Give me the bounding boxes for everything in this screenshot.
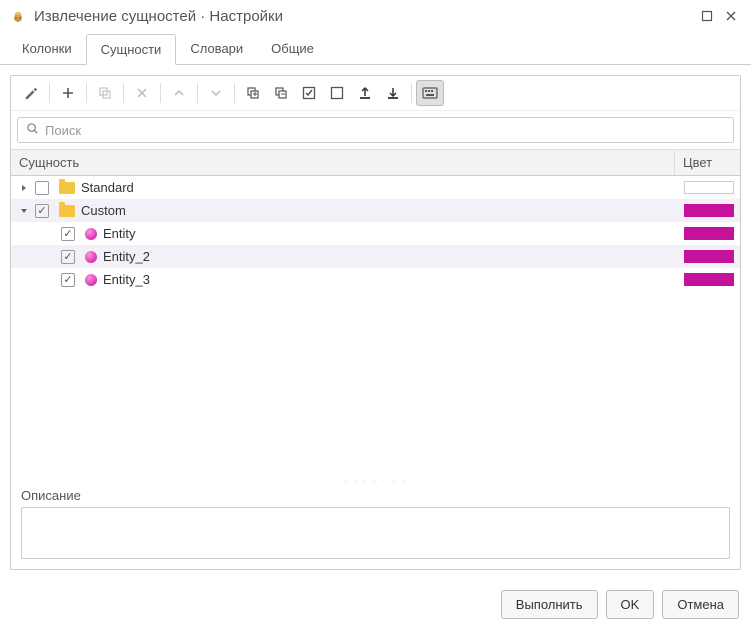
tree-row[interactable]: Entity bbox=[11, 222, 740, 245]
tab-general[interactable]: Общие bbox=[257, 34, 328, 64]
export-button[interactable] bbox=[351, 80, 379, 106]
window-title: Извлечение сущностей · Настройки bbox=[34, 8, 693, 25]
caret-down-icon[interactable] bbox=[17, 204, 31, 218]
toolbar bbox=[11, 76, 740, 111]
tree-row-label: Custom bbox=[81, 203, 684, 218]
tree-row[interactable]: Entity_2 bbox=[11, 245, 740, 268]
settings-button[interactable] bbox=[17, 80, 45, 106]
tree-row-label: Entity bbox=[103, 226, 684, 241]
keyboard-button[interactable] bbox=[416, 80, 444, 106]
checkbox[interactable] bbox=[35, 204, 49, 218]
maximize-button[interactable] bbox=[697, 6, 717, 26]
resizer[interactable]: · · · · · · · bbox=[11, 478, 740, 488]
folder-icon bbox=[59, 205, 75, 217]
search-field[interactable] bbox=[17, 117, 734, 143]
run-button[interactable]: Выполнить bbox=[501, 590, 598, 619]
entity-icon bbox=[85, 251, 97, 263]
tree-row-label: Standard bbox=[81, 180, 684, 195]
search-input[interactable] bbox=[45, 123, 725, 138]
tree-row[interactable]: Entity_3 bbox=[11, 268, 740, 291]
collapse-all-button[interactable] bbox=[267, 80, 295, 106]
color-swatch[interactable] bbox=[684, 181, 734, 194]
move-up-button[interactable] bbox=[165, 80, 193, 106]
entity-icon bbox=[85, 274, 97, 286]
tree-row[interactable]: Custom bbox=[11, 199, 740, 222]
cancel-button[interactable]: Отмена bbox=[662, 590, 739, 619]
tabs: Колонки Сущности Словари Общие bbox=[0, 34, 751, 65]
tree-row-label: Entity_3 bbox=[103, 272, 684, 287]
tree[interactable]: Standard Custom Entity Entity_2 Entity_3 bbox=[11, 176, 740, 478]
footer: Выполнить OK Отмена bbox=[0, 580, 751, 629]
color-swatch[interactable] bbox=[684, 204, 734, 217]
column-color[interactable]: Цвет bbox=[675, 150, 740, 175]
caret-right-icon[interactable] bbox=[17, 181, 31, 195]
close-button[interactable] bbox=[721, 6, 741, 26]
column-entity[interactable]: Сущность bbox=[11, 150, 675, 175]
color-swatch[interactable] bbox=[684, 273, 734, 286]
uncheck-all-button[interactable] bbox=[323, 80, 351, 106]
folder-icon bbox=[59, 182, 75, 194]
checkbox[interactable] bbox=[35, 181, 49, 195]
copy-button[interactable] bbox=[91, 80, 119, 106]
tree-row[interactable]: Standard bbox=[11, 176, 740, 199]
delete-button[interactable] bbox=[128, 80, 156, 106]
expand-all-button[interactable] bbox=[239, 80, 267, 106]
description-input[interactable] bbox=[21, 507, 730, 559]
tab-columns[interactable]: Колонки bbox=[8, 34, 86, 64]
checkbox[interactable] bbox=[61, 227, 75, 241]
move-down-button[interactable] bbox=[202, 80, 230, 106]
color-swatch[interactable] bbox=[684, 227, 734, 240]
description-label: Описание bbox=[21, 488, 730, 503]
title-bar: Извлечение сущностей · Настройки bbox=[0, 0, 751, 30]
entity-icon bbox=[85, 228, 97, 240]
checkbox[interactable] bbox=[61, 273, 75, 287]
add-button[interactable] bbox=[54, 80, 82, 106]
tab-dictionaries[interactable]: Словари bbox=[176, 34, 257, 64]
ok-button[interactable]: OK bbox=[606, 590, 655, 619]
tree-row-label: Entity_2 bbox=[103, 249, 684, 264]
table-header: Сущность Цвет bbox=[11, 149, 740, 176]
color-swatch[interactable] bbox=[684, 250, 734, 263]
checkbox[interactable] bbox=[61, 250, 75, 264]
search-icon bbox=[26, 122, 39, 138]
import-button[interactable] bbox=[379, 80, 407, 106]
app-icon bbox=[10, 8, 26, 24]
check-all-button[interactable] bbox=[295, 80, 323, 106]
tab-entities[interactable]: Сущности bbox=[86, 34, 177, 65]
main-panel: Сущность Цвет Standard Custom Entity Entity… bbox=[10, 75, 741, 570]
